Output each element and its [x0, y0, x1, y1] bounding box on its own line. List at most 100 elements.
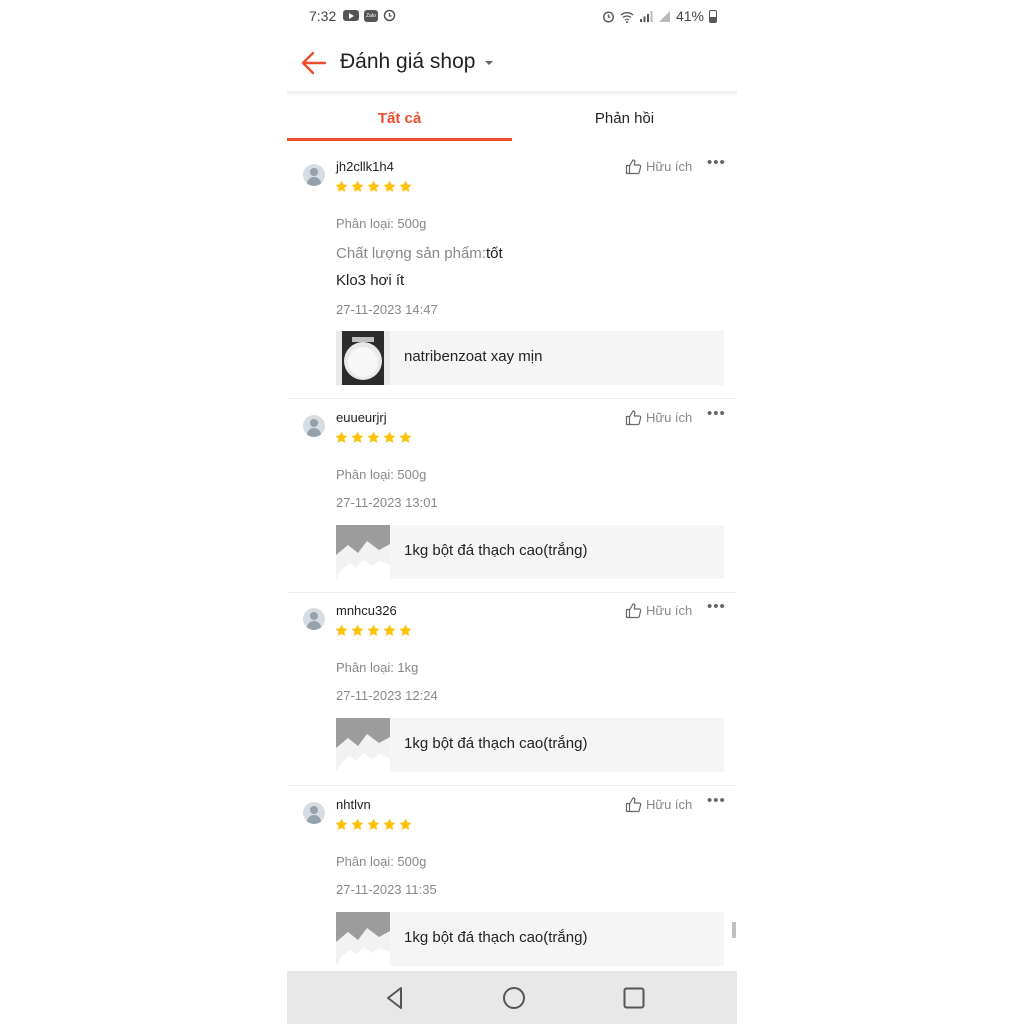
tab-replies[interactable]: Phản hồi — [512, 97, 737, 141]
helpful-button[interactable]: Hữu ích — [625, 409, 692, 426]
helpful-button[interactable]: Hữu ích — [625, 158, 692, 175]
helpful-label: Hữu ích — [646, 410, 693, 425]
scrollbar-thumb[interactable] — [732, 922, 736, 938]
reviewer-username: jh2cllk1h4 — [336, 159, 394, 174]
zalo-icon: Zalo — [364, 9, 378, 22]
alarm-icon — [602, 10, 614, 23]
thumbs-up-icon — [625, 603, 642, 619]
product-thumbnail — [336, 912, 390, 966]
review-comment: Klo3 hơi ít — [336, 272, 405, 289]
star-icon — [351, 431, 364, 443]
star-icon — [367, 818, 380, 830]
home-circle-icon[interactable] — [501, 985, 527, 1011]
star-icon — [335, 180, 348, 192]
more-options-icon[interactable]: ••• — [707, 598, 726, 615]
helpful-label: Hữu ích — [646, 797, 693, 812]
signal-2-icon — [658, 10, 670, 22]
sync-icon — [383, 9, 396, 22]
page-title[interactable]: Đánh giá shop — [340, 50, 475, 74]
star-icon — [383, 624, 396, 636]
helpful-button[interactable]: Hữu ích — [625, 602, 692, 619]
review-divider — [287, 592, 737, 593]
review-divider — [287, 398, 737, 399]
phone-screen: 7:32 Zalo 41% Đánh giá shop Tất cả Phản … — [287, 0, 737, 1024]
product-thumbnail — [336, 331, 390, 385]
variant-text: Phân loại: 500g — [336, 467, 427, 482]
helpful-label: Hữu ích — [646, 159, 693, 174]
more-options-icon[interactable]: ••• — [707, 154, 726, 171]
review-tabs: Tất cả Phản hồi — [287, 97, 737, 141]
variant-text: Phân loại: 500g — [336, 216, 427, 231]
star-rating — [335, 624, 412, 637]
system-nav-bar — [287, 971, 737, 1024]
thumbs-up-icon — [625, 159, 642, 175]
star-icon — [399, 818, 412, 830]
star-icon — [335, 431, 348, 443]
system-icons: 41% — [602, 8, 717, 24]
star-icon — [399, 180, 412, 192]
product-name: 1kg bột đá thạch cao(trắng) — [404, 735, 588, 752]
back-triangle-icon[interactable] — [382, 985, 408, 1011]
quality-label: Chất lượng sản phẩm: — [336, 245, 486, 262]
thumbs-up-icon — [625, 797, 642, 813]
status-time: 7:32 — [309, 8, 337, 24]
status-bar: 7:32 Zalo 41% — [287, 0, 737, 34]
product-thumbnail — [336, 525, 390, 579]
avatar[interactable] — [303, 415, 325, 437]
battery-icon — [709, 9, 717, 23]
star-icon — [335, 818, 348, 830]
reviewer-username: euueurjrj — [336, 410, 387, 425]
review-datetime: 27-11-2023 11:35 — [336, 882, 437, 897]
review-datetime: 27-11-2023 14:47 — [336, 302, 438, 317]
product-thumbnail — [336, 718, 390, 772]
avatar[interactable] — [303, 608, 325, 630]
star-icon — [367, 624, 380, 636]
back-arrow-icon[interactable] — [299, 48, 329, 78]
app-header: Đánh giá shop — [287, 34, 737, 92]
star-icon — [399, 431, 412, 443]
youtube-icon — [343, 10, 359, 21]
thumbs-up-icon — [625, 410, 642, 426]
avatar[interactable] — [303, 164, 325, 186]
review-divider — [287, 785, 737, 786]
review-datetime: 27-11-2023 13:01 — [336, 495, 438, 510]
star-icon — [351, 180, 364, 192]
active-tab-indicator — [287, 138, 512, 141]
product-card[interactable]: natribenzoat xay mịn — [336, 331, 724, 385]
star-icon — [383, 431, 396, 443]
review-datetime: 27-11-2023 12:24 — [336, 688, 438, 703]
variant-text: Phân loại: 500g — [336, 854, 427, 869]
star-icon — [367, 431, 380, 443]
star-icon — [351, 818, 364, 830]
battery-percent: 41% — [675, 8, 704, 24]
star-rating — [335, 818, 412, 831]
product-name: 1kg bột đá thạch cao(trắng) — [404, 929, 588, 946]
dropdown-caret-icon[interactable] — [485, 61, 493, 65]
star-icon — [383, 818, 396, 830]
star-rating — [335, 431, 412, 444]
product-card[interactable]: 1kg bột đá thạch cao(trắng) — [336, 525, 724, 579]
recents-square-icon[interactable] — [621, 985, 647, 1011]
star-rating — [335, 180, 412, 193]
product-card[interactable]: 1kg bột đá thạch cao(trắng) — [336, 912, 724, 966]
wifi-icon — [620, 11, 634, 23]
quality-value: tốt — [485, 245, 503, 262]
star-icon — [399, 624, 412, 636]
more-options-icon[interactable]: ••• — [707, 405, 726, 422]
helpful-button[interactable]: Hữu ích — [625, 796, 692, 813]
star-icon — [367, 180, 380, 192]
tab-all[interactable]: Tất cả — [287, 97, 512, 141]
signal-icon — [639, 10, 653, 22]
more-options-icon[interactable]: ••• — [707, 792, 726, 809]
variant-text: Phân loại: 1kg — [336, 660, 419, 675]
reviewer-username: nhtlvn — [336, 797, 371, 812]
helpful-label: Hữu ích — [646, 603, 693, 618]
product-card[interactable]: 1kg bột đá thạch cao(trắng) — [336, 718, 724, 772]
star-icon — [351, 624, 364, 636]
product-name: natribenzoat xay mịn — [404, 348, 543, 365]
avatar[interactable] — [303, 802, 325, 824]
star-icon — [383, 180, 396, 192]
product-name: 1kg bột đá thạch cao(trắng) — [404, 542, 588, 559]
quality-line: Chất lượng sản phẩm:tốt — [336, 245, 503, 262]
notification-icons: Zalo — [343, 9, 396, 22]
